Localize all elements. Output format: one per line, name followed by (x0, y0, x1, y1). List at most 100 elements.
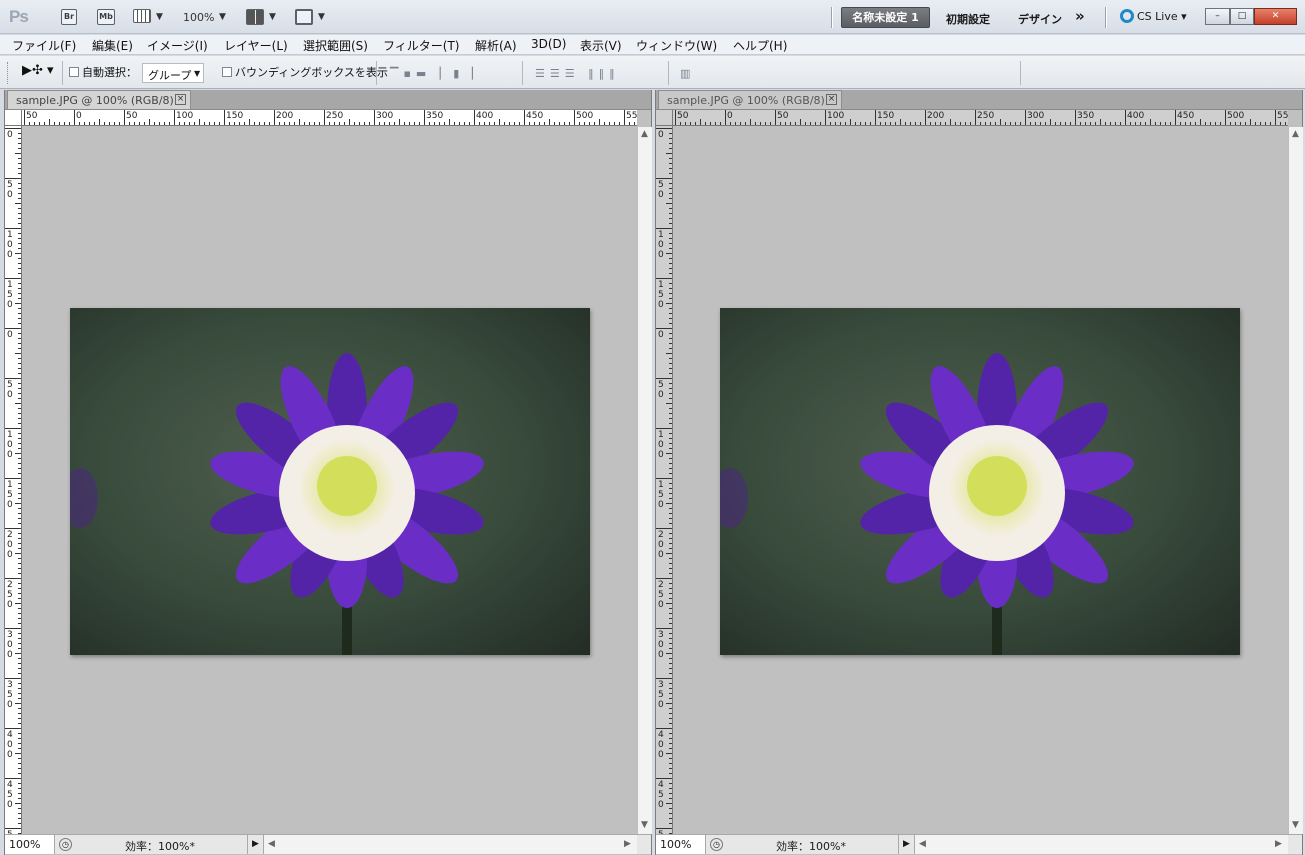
horizontal-ruler[interactable]: 50050100150200250300350400450500550 (22, 110, 637, 126)
close-button[interactable]: ✕ (1254, 8, 1297, 25)
ruler-origin[interactable] (656, 110, 673, 126)
ruler-tick (469, 122, 470, 125)
view-extras-icon[interactable] (133, 9, 151, 23)
grip-handle[interactable] (7, 62, 10, 84)
auto-select-checkbox[interactable] (69, 67, 79, 77)
mini-bridge-button[interactable]: Mb (97, 9, 115, 25)
ruler-tick (18, 718, 21, 719)
arrange-documents-icon[interactable] (246, 9, 264, 25)
chevron-down-icon[interactable]: ▼ (219, 12, 226, 22)
canvas-area[interactable] (674, 127, 1288, 834)
align-icons[interactable]: ▔▪▬ ▏▮▕ (390, 67, 478, 80)
scroll-left-icon[interactable]: ◀ (268, 839, 275, 849)
menu-layer[interactable]: レイヤー(L) (224, 37, 288, 54)
cs-live-button[interactable]: CS Live ▾ (1120, 9, 1187, 23)
ruler-tick (1175, 110, 1176, 125)
more-workspaces-icon[interactable]: » (1075, 7, 1085, 25)
minimize-button[interactable]: – (1205, 8, 1230, 25)
ruler-tick (199, 119, 200, 125)
zoom-field[interactable]: 100% (5, 835, 55, 854)
ruler-tick (18, 243, 21, 244)
menu-select[interactable]: 選択範囲(S) (303, 37, 368, 54)
ruler-tick (18, 233, 21, 234)
ruler-tick (619, 122, 620, 125)
menu-image[interactable]: イメージ(I) (147, 37, 208, 54)
workspace-default-button[interactable]: 初期設定 (946, 11, 990, 27)
ruler-tick (940, 122, 941, 125)
menu-view[interactable]: 表示(V) (580, 37, 622, 54)
ruler-tick (669, 213, 672, 214)
ruler-tick (669, 643, 672, 644)
close-tab-icon[interactable]: × (826, 94, 837, 105)
status-menu-icon[interactable]: ▶ (252, 839, 259, 849)
document-tab-2[interactable]: sample.JPG @ 100% (RGB/8) (658, 90, 842, 109)
scroll-up-icon[interactable]: ▲ (641, 129, 648, 139)
ruler-tick (656, 478, 672, 479)
scroll-up-icon[interactable]: ▲ (1292, 129, 1299, 139)
menu-edit[interactable]: 編集(E) (92, 37, 133, 54)
menu-analysis[interactable]: 解析(A) (475, 37, 517, 54)
menu-help[interactable]: ヘルプ(H) (733, 37, 787, 54)
ruler-tick (910, 122, 911, 125)
ruler-tick (18, 138, 21, 139)
menu-3d[interactable]: 3D(D) (531, 37, 566, 51)
scroll-right-icon[interactable]: ▶ (1275, 839, 1282, 849)
move-tool-icon[interactable]: ▶✣ ▾ (22, 63, 54, 78)
zoom-level[interactable]: 100% (183, 11, 214, 24)
ruler-tick (18, 693, 21, 694)
ruler-tick (309, 122, 310, 125)
ruler-tick (569, 122, 570, 125)
ruler-label: 450 (658, 780, 664, 810)
canvas-area[interactable] (23, 127, 637, 834)
ruler-label: 150 (7, 480, 13, 510)
workspace-design-button[interactable]: デザイン (1018, 11, 1062, 27)
ruler-tick (666, 503, 672, 504)
horizontal-ruler[interactable]: 50050100150200250300350400450500550 (673, 110, 1288, 126)
show-bbox-checkbox[interactable] (222, 67, 232, 77)
ruler-tick (209, 122, 210, 125)
ruler-origin[interactable] (5, 110, 22, 126)
ruler-tick (18, 333, 21, 334)
vertical-ruler[interactable]: 050100150050100150200250300350400450500 (5, 126, 22, 834)
chevron-down-icon[interactable]: ▼ (156, 12, 163, 22)
scroll-left-icon[interactable]: ◀ (919, 839, 926, 849)
scroll-down-icon[interactable]: ▼ (641, 820, 648, 830)
menu-window[interactable]: ウィンドウ(W) (636, 37, 717, 54)
ruler-label: 150 (877, 111, 895, 121)
ruler-tick (1040, 122, 1041, 125)
status-menu-icon[interactable]: ▶ (903, 839, 910, 849)
ruler-tick (880, 122, 881, 125)
scroll-right-icon[interactable]: ▶ (624, 839, 631, 849)
close-tab-icon[interactable]: × (175, 94, 186, 105)
chevron-down-icon[interactable]: ▼ (194, 69, 200, 78)
ruler-tick (669, 293, 672, 294)
vertical-scrollbar[interactable]: ▲ ▼ (1288, 127, 1303, 834)
horizontal-scrollbar[interactable]: ◀ ▶ (914, 835, 1288, 854)
ruler-tick (18, 638, 21, 639)
ruler-tick (18, 708, 21, 709)
chevron-down-icon[interactable]: ▼ (269, 12, 276, 22)
menu-filter[interactable]: フィルター(T) (383, 37, 459, 54)
horizontal-scrollbar[interactable]: ◀ ▶ (263, 835, 637, 854)
chevron-down-icon[interactable]: ▼ (318, 12, 325, 22)
auto-align-icon[interactable]: ▥ (680, 67, 695, 80)
restore-button[interactable]: □ (1230, 8, 1254, 25)
ruler-tick (18, 218, 21, 219)
zoom-field[interactable]: 100% (656, 835, 706, 854)
status-info-icon[interactable]: ◷ (59, 838, 72, 851)
document-tab-1[interactable]: sample.JPG @ 100% (RGB/8) (7, 90, 191, 109)
status-info-icon[interactable]: ◷ (710, 838, 723, 851)
ruler-tick (5, 528, 21, 529)
workspace-active-button[interactable]: 名称未設定 1 (841, 7, 930, 28)
vertical-ruler[interactable]: 050100150050100150200250300350400450500 (656, 126, 673, 834)
vertical-scrollbar[interactable]: ▲ ▼ (637, 127, 652, 834)
bridge-button[interactable]: Br (61, 9, 77, 25)
ruler-tick (204, 122, 205, 125)
distribute-icons[interactable]: ☰☰☰ ‖‖‖ (535, 67, 620, 80)
ruler-label: 200 (927, 111, 945, 121)
scroll-down-icon[interactable]: ▼ (1292, 820, 1299, 830)
menu-file[interactable]: ファイル(F) (12, 37, 76, 54)
screen-mode-icon[interactable] (295, 9, 313, 25)
ruler-tick (1095, 122, 1096, 125)
divider (1105, 7, 1106, 28)
